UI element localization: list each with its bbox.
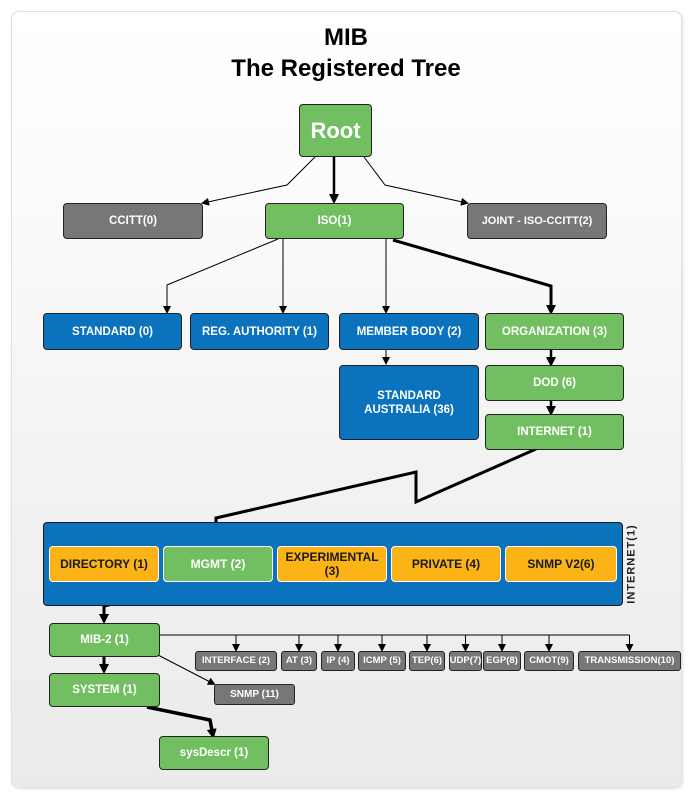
node-mib2-child[interactable]: EGP(8) [483,651,521,671]
internet-group-label-text: INTERNET(1) [626,524,639,604]
node-private[interactable]: PRIVATE (4) [391,546,501,582]
node-mgmt[interactable]: MGMT (2) [163,546,273,582]
edge-iso-org [392,238,556,315]
node-snmp[interactable]: SNMP (11) [214,684,295,705]
node-sysdescr[interactable]: sysDescr (1) [159,736,269,770]
node-joint-iso-ccitt[interactable]: JOINT - ISO-CCITT(2) [467,203,607,239]
edge-root-ccitt [201,156,316,206]
node-mib2-child[interactable]: TRANSMISSION(10) [578,651,681,671]
edge-iso-standard [163,238,279,314]
mib2-bus [160,634,634,652]
node-standard-australia[interactable]: STANDARD AUSTRALIA (36) [339,365,479,440]
node-mib2-child[interactable]: ICMP (5) [358,651,406,671]
node-standard[interactable]: STANDARD (0) [43,313,182,350]
node-mib2-child[interactable]: IP (4) [321,651,355,671]
node-reg-authority[interactable]: REG. AUTHORITY (1) [190,313,329,350]
node-snmpv2[interactable]: SNMP V2(6) [505,546,617,582]
node-ccitt[interactable]: CCITT(0) [63,203,203,239]
node-mib2-child[interactable]: TEP(6) [409,651,445,671]
node-mib2-child[interactable]: UDP(7) [449,651,482,671]
node-system[interactable]: SYSTEM (1) [49,673,160,707]
node-organization[interactable]: ORGANIZATION (3) [485,313,624,350]
node-mib2-child[interactable]: INTERFACE (2) [195,651,277,671]
node-internet[interactable]: INTERNET (1) [485,414,624,450]
node-mib2-child[interactable]: CMOT(9) [524,651,574,671]
node-directory[interactable]: DIRECTORY (1) [49,546,159,582]
internet-group-label: INTERNET(1) [621,522,643,606]
node-mib2[interactable]: MIB-2 (1) [49,623,160,657]
node-mib2-child[interactable]: AT (3) [281,651,317,671]
edge-root-joint [363,156,469,206]
node-iso[interactable]: ISO(1) [265,203,404,239]
node-experimental[interactable]: EXPERIMENTAL (3) [277,546,387,582]
edge-system-sysdescr [146,705,217,739]
node-root[interactable]: Root [299,104,372,157]
node-member-body[interactable]: MEMBER BODY (2) [339,313,479,350]
node-dod[interactable]: DOD (6) [485,365,624,401]
